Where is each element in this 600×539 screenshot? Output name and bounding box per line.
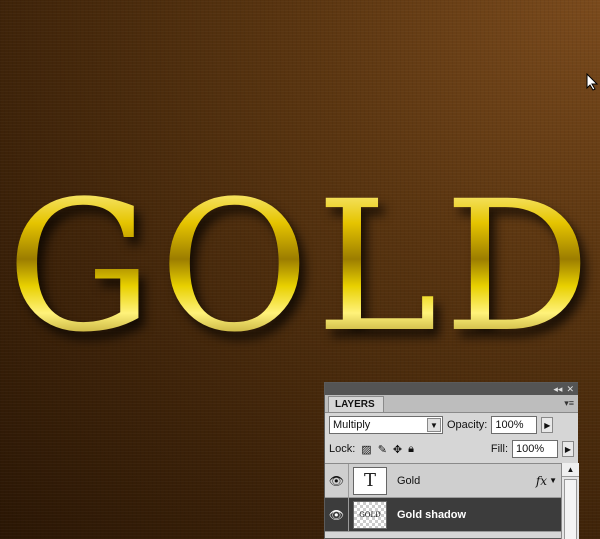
eye-icon[interactable]: 👁︎: [325, 464, 349, 497]
layer-row-gold-shadow[interactable]: 👁︎ GOLD Gold shadow: [325, 498, 561, 532]
expand-effects-icon[interactable]: ▼: [549, 476, 557, 485]
blend-row: Multiply ▼ Opacity: 100% ▶: [325, 413, 578, 437]
collapse-icon[interactable]: ◂◂: [553, 384, 562, 394]
lock-label: Lock:: [329, 443, 356, 455]
layer-scrollbar[interactable]: ▲: [561, 463, 579, 539]
layer-name: Gold shadow: [397, 508, 467, 521]
lock-transparent-icon[interactable]: ▨: [361, 443, 371, 456]
layer-row-gold[interactable]: 👁︎ T Gold fx ▼: [325, 464, 561, 498]
blend-mode-value: Multiply: [333, 419, 371, 431]
opacity-value: 100%: [495, 419, 524, 431]
fill-field[interactable]: 100%: [512, 440, 558, 458]
blend-mode-select[interactable]: Multiply ▼: [329, 416, 443, 434]
move-icon[interactable]: ✥: [393, 443, 402, 456]
scrollbar-thumb[interactable]: [564, 479, 577, 539]
dropdown-arrow-icon[interactable]: ▼: [427, 418, 441, 432]
lock-row: Lock: ▨ ✎ ✥ 🔒︎ Fill: 100% ▶: [325, 437, 578, 461]
opacity-slider-button[interactable]: ▶: [541, 417, 554, 433]
close-icon[interactable]: ✕: [566, 384, 574, 394]
layer-thumbnail: GOLD: [353, 500, 387, 529]
opacity-field[interactable]: 100%: [491, 416, 538, 434]
panel-titlebar: ◂◂ ✕: [325, 383, 578, 395]
text-layer-thumbnail: T: [353, 466, 387, 495]
gold-text-layer: GOLD: [6, 163, 598, 372]
fill-label: Fill:: [490, 443, 508, 455]
fx-icon[interactable]: fx: [536, 474, 547, 488]
panel-tab-row: LAYERS ▾≡: [325, 395, 578, 413]
opacity-label: Opacity:: [447, 419, 488, 431]
layer-list: 👁︎ T Gold fx ▼ 👁︎ GOLD Gold shadow: [325, 463, 561, 539]
lock-icon[interactable]: 🔒︎: [408, 443, 414, 456]
layer-name: Gold: [397, 474, 421, 487]
brush-icon[interactable]: ✎: [378, 443, 387, 456]
panel-menu-icon[interactable]: ▾≡: [564, 398, 574, 409]
scroll-up-icon[interactable]: ▲: [562, 463, 579, 477]
fill-slider-button[interactable]: ▶: [562, 441, 574, 457]
eye-icon[interactable]: 👁︎: [325, 498, 349, 531]
tab-layers[interactable]: LAYERS: [328, 396, 384, 412]
layers-panel: ◂◂ ✕ LAYERS ▾≡ Multiply ▼ Opacity: 100% …: [324, 382, 579, 539]
fill-value: 100%: [516, 443, 545, 455]
cursor-icon: [586, 73, 599, 91]
